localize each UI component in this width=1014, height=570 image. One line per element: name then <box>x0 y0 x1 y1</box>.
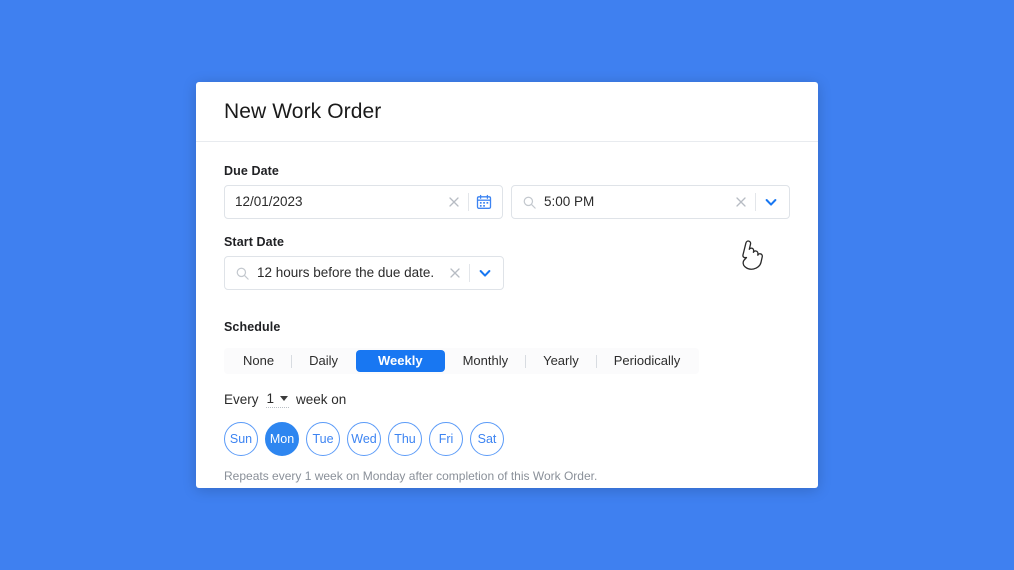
recurrence-summary-note: Repeats every 1 week on Monday after com… <box>224 469 598 483</box>
start-date-value: 12 hours before the due date. <box>257 266 435 280</box>
due-time-input[interactable]: 5:00 PM <box>511 185 790 219</box>
tab-none[interactable]: None <box>226 350 291 372</box>
close-x-icon[interactable] <box>733 194 749 210</box>
close-x-icon[interactable] <box>447 265 463 281</box>
due-date-label: Due Date <box>224 164 279 178</box>
tab-periodically[interactable]: Periodically <box>597 350 697 372</box>
tab-weekly[interactable]: Weekly <box>355 350 445 372</box>
start-date-input[interactable]: 12 hours before the due date. <box>224 256 504 290</box>
new-work-order-dialog: New Work Order Due Date 12/01/2023 5:00 … <box>196 82 818 488</box>
schedule-tab-bar: None Daily Weekly Monthly Yearly Periodically <box>224 348 700 374</box>
weekday-thu[interactable]: Thu <box>388 422 422 456</box>
schedule-label: Schedule <box>224 320 281 334</box>
weekday-wed[interactable]: Wed <box>347 422 381 456</box>
weekday-selector: Sun Mon Tue Wed Thu Fri Sat <box>224 422 790 456</box>
dialog-body: Due Date 12/01/2023 5:00 PM Start Date 1… <box>196 142 818 483</box>
tab-yearly[interactable]: Yearly <box>526 350 596 372</box>
tab-daily[interactable]: Daily <box>292 350 355 372</box>
weekday-fri[interactable]: Fri <box>429 422 463 456</box>
page-title: New Work Order <box>224 99 382 123</box>
recurrence-prefix-label: Every <box>224 392 259 407</box>
due-date-value: 12/01/2023 <box>235 195 303 209</box>
dialog-header: New Work Order <box>196 82 818 142</box>
input-divider <box>468 193 469 211</box>
calendar-icon[interactable] <box>476 194 492 210</box>
recurrence-interval-select[interactable]: 1 <box>265 391 290 408</box>
close-x-icon[interactable] <box>446 194 462 210</box>
caret-down-icon <box>280 396 289 401</box>
weekday-mon[interactable]: Mon <box>265 422 299 456</box>
weekday-tue[interactable]: Tue <box>306 422 340 456</box>
weekday-sat[interactable]: Sat <box>470 422 504 456</box>
chevron-down-icon[interactable] <box>763 194 779 210</box>
recurrence-row: Every 1 week on <box>224 391 790 408</box>
search-icon <box>523 196 536 209</box>
due-date-input[interactable]: 12/01/2023 <box>224 185 503 219</box>
input-divider <box>755 193 756 211</box>
weekday-sun[interactable]: Sun <box>224 422 258 456</box>
due-time-value: 5:00 PM <box>544 195 595 209</box>
due-date-row: 12/01/2023 5:00 PM <box>224 185 790 219</box>
search-icon <box>236 267 249 280</box>
recurrence-interval-value: 1 <box>266 391 275 406</box>
tab-monthly[interactable]: Monthly <box>446 350 526 372</box>
start-date-label: Start Date <box>224 235 285 249</box>
chevron-down-icon[interactable] <box>477 265 493 281</box>
input-divider <box>469 264 470 282</box>
recurrence-suffix-label: week on <box>296 392 347 407</box>
